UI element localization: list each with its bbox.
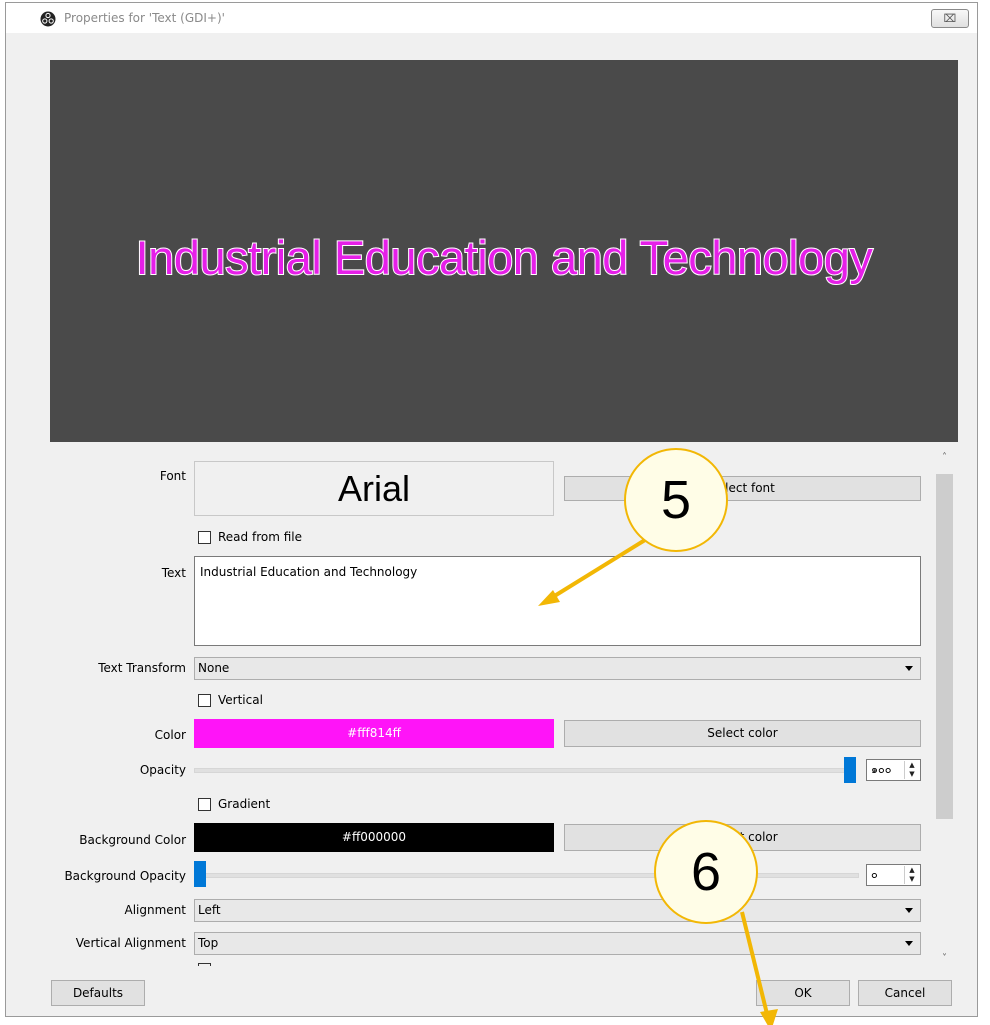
annotation-arrows xyxy=(538,538,778,1025)
step-5-callout: 5 xyxy=(624,448,728,552)
step-6-callout: 6 xyxy=(654,820,758,924)
